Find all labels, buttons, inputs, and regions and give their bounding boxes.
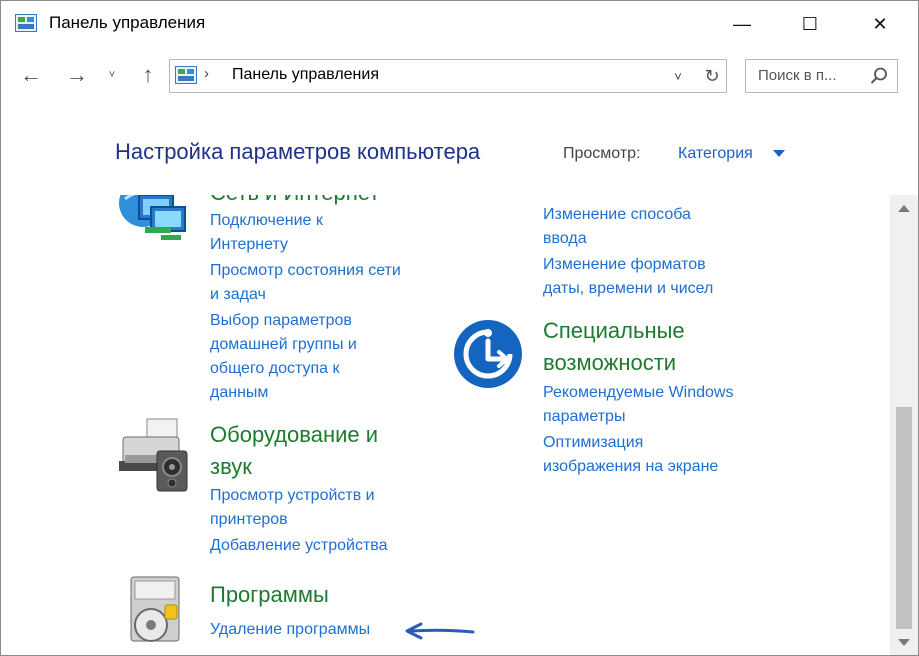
link-optimize-display-line2[interactable]: изображения на экране <box>543 455 718 479</box>
link-connect-internet-line2[interactable]: Интернету <box>210 233 288 257</box>
link-view-devices-printers[interactable]: Просмотр устройств и <box>210 484 375 508</box>
link-homegroup-options-line4[interactable]: данным <box>210 381 268 405</box>
category-network-internet[interactable]: Сеть и Интернет <box>210 195 379 209</box>
category-ease-of-access-line2[interactable]: возможности <box>543 347 676 379</box>
link-uninstall-program[interactable]: Удаление программы <box>210 618 370 642</box>
page-title: Настройка параметров компьютера <box>115 139 481 164</box>
close-button[interactable]: ✕ <box>857 1 903 47</box>
search-input[interactable]: Поиск в п... <box>745 59 898 93</box>
vertical-scrollbar[interactable] <box>890 195 918 655</box>
category-ease-of-access[interactable]: Специальные <box>543 315 685 347</box>
programs-icon <box>130 576 180 642</box>
printer-speaker-icon <box>119 418 188 492</box>
link-recommended-settings-line2[interactable]: параметры <box>543 405 625 429</box>
chevron-down-icon: ˅ <box>108 69 116 81</box>
minimize-icon: — <box>733 13 751 34</box>
link-change-input-method[interactable]: Изменение способа <box>543 203 691 227</box>
control-panel-window: Панель управления — ☐ ✕ ← → ˅ ↑ › Панель… <box>0 0 919 656</box>
network-icon <box>119 195 186 240</box>
ease-of-access-icon <box>454 320 522 388</box>
link-change-input-method-line2[interactable]: ввода <box>543 227 587 251</box>
link-network-status-line2[interactable]: и задач <box>210 283 266 307</box>
window-title: Панель управления <box>49 13 206 32</box>
back-button[interactable]: ← <box>17 61 45 89</box>
caret-down-icon[interactable] <box>773 150 785 157</box>
search-placeholder: Поиск в п... <box>758 67 837 84</box>
link-add-device[interactable]: Добавление устройства <box>210 534 388 558</box>
title-bar: Панель управления — ☐ ✕ <box>1 1 918 47</box>
category-hardware-sound[interactable]: Оборудование и <box>210 419 378 451</box>
address-bar[interactable]: › Панель управления ˅ <box>169 59 699 93</box>
control-panel-icon <box>15 14 37 32</box>
navigation-bar: ← → ˅ ↑ › Панель управления ˅ ↻ Поиск в <box>1 53 918 97</box>
forward-button[interactable]: → <box>63 61 91 89</box>
category-programs[interactable]: Программы <box>210 579 329 611</box>
link-change-formats[interactable]: Изменение форматов <box>543 253 706 277</box>
minimize-button[interactable]: — <box>719 1 765 47</box>
maximize-icon: ☐ <box>801 13 819 34</box>
link-connect-internet[interactable]: Подключение к <box>210 209 323 233</box>
close-icon: ✕ <box>872 13 888 34</box>
up-button[interactable]: ↑ <box>134 61 162 89</box>
breadcrumb-chevron-icon[interactable]: › <box>204 65 209 82</box>
recent-locations-button[interactable]: ˅ <box>103 61 121 89</box>
back-arrow-icon: ← <box>20 62 42 87</box>
view-by-dropdown[interactable]: Категория <box>678 145 753 163</box>
view-by-label: Просмотр: <box>563 145 641 162</box>
link-view-devices-printers-line2[interactable]: принтеров <box>210 508 288 532</box>
scrollbar-thumb[interactable] <box>896 407 912 629</box>
category-hardware-sound-line2[interactable]: звук <box>210 451 252 483</box>
link-recommended-settings[interactable]: Рекомендуемые Windows <box>543 381 733 405</box>
control-panel-icon <box>175 66 197 84</box>
scroll-up-icon[interactable] <box>898 205 910 212</box>
breadcrumb-control-panel[interactable]: Панель управления <box>232 66 379 84</box>
categories-panel: Сеть и Интернет Подключение к Интернету … <box>1 195 890 655</box>
link-network-status[interactable]: Просмотр состояния сети <box>210 259 401 283</box>
forward-arrow-icon: → <box>66 62 88 87</box>
link-homegroup-options[interactable]: Выбор параметров <box>210 309 352 333</box>
link-homegroup-options-line2[interactable]: домашней группы и <box>210 333 357 357</box>
scroll-down-icon[interactable] <box>898 639 910 646</box>
maximize-button[interactable]: ☐ <box>787 1 833 47</box>
search-icon[interactable] <box>869 66 889 86</box>
up-arrow-icon: ↑ <box>142 62 154 87</box>
address-dropdown-button[interactable]: ˅ <box>668 64 688 88</box>
annotation-arrow-icon <box>405 622 475 640</box>
refresh-button[interactable]: ↻ <box>698 59 727 93</box>
link-change-formats-line2[interactable]: даты, времени и чисел <box>543 277 713 301</box>
refresh-icon: ↻ <box>704 65 720 86</box>
link-optimize-display[interactable]: Оптимизация <box>543 431 643 455</box>
link-homegroup-options-line3[interactable]: общего доступа к <box>210 357 340 381</box>
